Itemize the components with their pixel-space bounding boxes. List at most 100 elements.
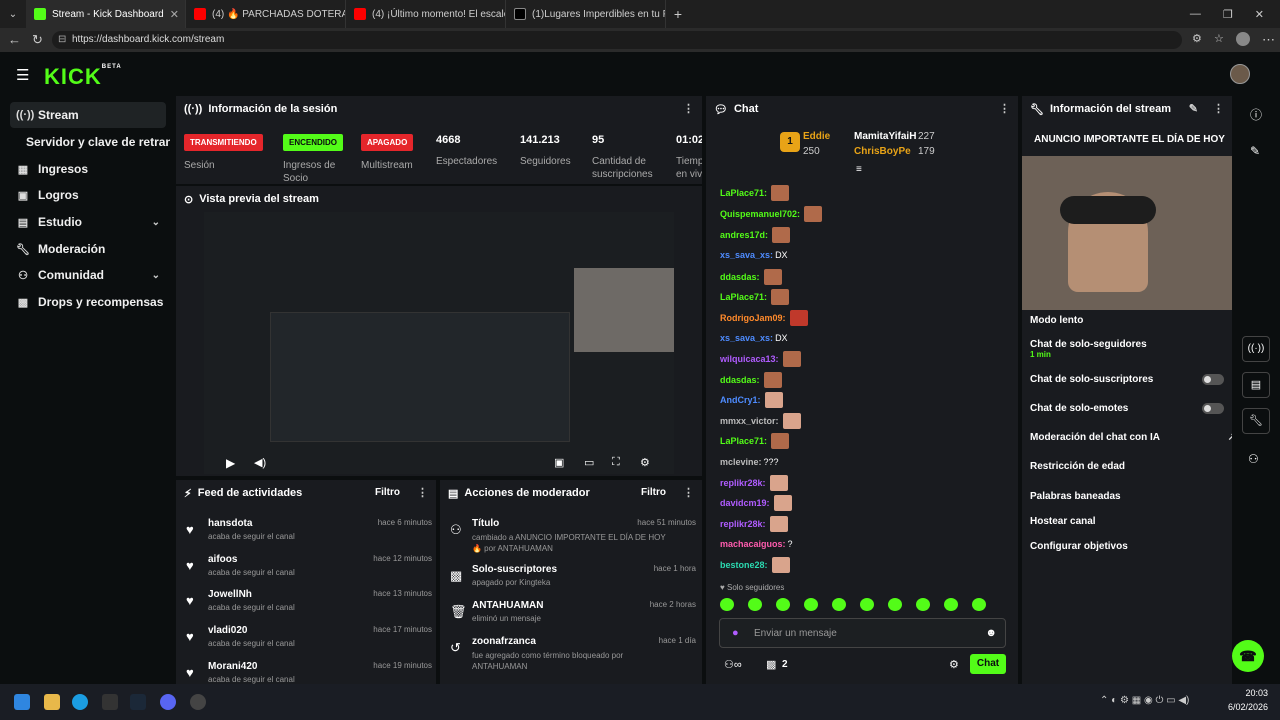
emote-icon[interactable] bbox=[776, 598, 790, 611]
chat-username[interactable]: ddasdas: bbox=[720, 375, 760, 385]
sidebar-item-estudio[interactable]: ▤ Estudio ⌄ bbox=[10, 209, 166, 235]
file-explorer-icon[interactable] bbox=[44, 694, 60, 710]
edit-icon[interactable]: ✎ bbox=[1250, 144, 1260, 158]
browser-tab[interactable]: (4) 🔥 PARCHADAS DOTERAS 🔥 K ✕ bbox=[186, 0, 346, 28]
wrench-icon[interactable]: 🔧︎ bbox=[1242, 408, 1270, 434]
maximize-icon[interactable]: ❐ bbox=[1223, 8, 1233, 21]
discord-icon[interactable] bbox=[160, 694, 176, 710]
edge-icon[interactable] bbox=[72, 694, 88, 710]
sidebar-item-drops[interactable]: ▩ Drops y recompensas bbox=[10, 289, 166, 315]
close-icon[interactable]: ✕ bbox=[170, 8, 179, 21]
chat-username[interactable]: wilquicaca13: bbox=[720, 354, 779, 364]
setting-row[interactable]: Configurar objetivos› bbox=[1030, 541, 1230, 552]
sidebar-item-ingresos[interactable]: ▦ Ingresos bbox=[10, 156, 166, 182]
new-tab-icon[interactable]: + bbox=[666, 6, 690, 22]
subs-only-toggle[interactable] bbox=[1202, 374, 1224, 385]
emote-icon[interactable] bbox=[972, 598, 986, 611]
stream-video[interactable]: ▶ ◀︎) ▣ ▭ ⛶ ⚙ bbox=[204, 212, 674, 474]
chat-username[interactable]: machacaiguos: bbox=[720, 539, 786, 549]
app-icon[interactable] bbox=[190, 694, 206, 710]
play-icon[interactable]: ▶ bbox=[226, 456, 235, 470]
pin-toggle-icon[interactable]: ≡ bbox=[856, 164, 862, 175]
emote-icon[interactable] bbox=[888, 598, 902, 611]
layout-icon[interactable]: ▤ bbox=[1242, 372, 1270, 398]
chat-username[interactable]: replikr28k: bbox=[720, 519, 766, 529]
setting-row[interactable]: Palabras baneadas› bbox=[1030, 491, 1230, 502]
people-icon[interactable]: ⚇ bbox=[1248, 452, 1259, 466]
browser-tab[interactable]: (1)Lugares Imperdibles en tu Prim ✕ bbox=[506, 0, 666, 28]
sidebar-item-logros[interactable]: ▣ Logros bbox=[10, 182, 166, 208]
clock-date[interactable]: 6/02/2026 bbox=[1222, 702, 1268, 712]
setting-row[interactable]: Modo lento› bbox=[1030, 315, 1230, 326]
theater-icon[interactable]: ▭ bbox=[584, 456, 594, 469]
mic-icon[interactable]: ● bbox=[732, 627, 739, 639]
window-close-icon[interactable]: ✕ bbox=[1255, 8, 1264, 21]
emote-icon[interactable] bbox=[916, 598, 930, 611]
chat-username[interactable]: bestone28: bbox=[720, 560, 768, 570]
tray-icons[interactable]: ⌃ ◐ ⚙ ▦ ◉ ⏻ ▭ ◀︎) bbox=[1100, 695, 1189, 706]
chat-username[interactable]: mmxx_victor: bbox=[720, 416, 779, 426]
broadcast-icon[interactable]: ((·)) bbox=[1242, 336, 1270, 362]
emote-icon[interactable] bbox=[860, 598, 874, 611]
site-info-icon[interactable]: ⊟ bbox=[58, 31, 66, 49]
fullscreen-icon[interactable]: ⛶ bbox=[612, 456, 620, 469]
chat-username[interactable]: xs_sava_xs: bbox=[720, 250, 773, 260]
top-gifter-name[interactable]: ChrisBoyPe bbox=[854, 146, 911, 157]
minimize-icon[interactable]: — bbox=[1190, 8, 1201, 21]
obs-icon[interactable] bbox=[102, 694, 118, 710]
extension-icon[interactable]: ⚙ bbox=[1192, 32, 1202, 45]
windows-start-icon[interactable] bbox=[14, 694, 30, 710]
filter-button[interactable]: Filtro bbox=[641, 487, 666, 498]
emote-icon[interactable] bbox=[720, 598, 734, 611]
emoji-icon[interactable]: ☻ bbox=[985, 627, 997, 639]
browser-tab[interactable]: (4) ¡Último momento! El escalofri ✕ bbox=[346, 0, 506, 28]
kebab-icon[interactable]: ⋮ bbox=[1213, 102, 1224, 115]
reload-icon[interactable]: ↻ bbox=[32, 32, 43, 48]
steam-icon[interactable] bbox=[130, 694, 146, 710]
send-chat-button[interactable]: Chat bbox=[970, 654, 1006, 674]
kebab-icon[interactable]: ⋮ bbox=[683, 102, 694, 115]
emote-icon[interactable] bbox=[804, 598, 818, 611]
help-icon[interactable]: ☎ bbox=[1232, 640, 1264, 672]
settings-icon[interactable]: ⚙ bbox=[949, 658, 959, 671]
chat-username[interactable]: Quispemanuel702: bbox=[720, 209, 800, 219]
chat-username[interactable]: davidcm19: bbox=[720, 498, 770, 508]
sidebar-item-moderacion[interactable]: 🔧︎ Moderación bbox=[10, 236, 166, 262]
item-name[interactable]: Morani420 bbox=[208, 661, 257, 672]
item-name[interactable]: vladi020 bbox=[208, 625, 247, 636]
kebab-icon[interactable]: ⋮ bbox=[999, 102, 1010, 115]
kebab-icon[interactable]: ⋮ bbox=[417, 486, 428, 499]
item-name[interactable]: hansdota bbox=[208, 518, 252, 529]
sidebar-item-stream[interactable]: ((·)) Stream bbox=[10, 102, 166, 128]
chat-username[interactable]: AndCry1: bbox=[720, 395, 761, 405]
emote-icon[interactable] bbox=[748, 598, 762, 611]
sidebar-item-server[interactable]: Servidor y clave de retransmisión bbox=[10, 129, 170, 155]
back-icon[interactable]: ← bbox=[8, 32, 21, 47]
chat-username[interactable]: mclevine: bbox=[720, 457, 762, 467]
chat-username[interactable]: LaPlace71: bbox=[720, 436, 767, 446]
avatar[interactable] bbox=[1230, 64, 1250, 84]
info-icon[interactable]: ⓘ bbox=[1250, 106, 1262, 123]
emotes-only-toggle[interactable] bbox=[1202, 403, 1224, 414]
more-icon[interactable]: ⋯ bbox=[1262, 32, 1275, 48]
kick-logo[interactable]: KICKBETA bbox=[44, 64, 122, 90]
chat-username[interactable]: ddasdas: bbox=[720, 272, 760, 282]
setting-row[interactable]: Moderación del chat con IA ↗ bbox=[1030, 432, 1232, 443]
favorites-icon[interactable]: ☆ bbox=[1214, 32, 1224, 45]
emote-icon[interactable] bbox=[944, 598, 958, 611]
clock-time[interactable]: 20:03 bbox=[1232, 688, 1268, 698]
volume-icon[interactable]: ◀︎) bbox=[254, 456, 266, 469]
sidebar-item-comunidad[interactable]: ⚇ Comunidad ⌄ bbox=[10, 262, 166, 288]
edit-icon[interactable]: ✎ bbox=[1189, 102, 1198, 115]
pip-icon[interactable]: ▣ bbox=[554, 456, 564, 469]
setting-row[interactable]: Hostear canal bbox=[1030, 516, 1230, 527]
chat-input[interactable]: ● Enviar un mensaje ☻ bbox=[719, 618, 1006, 648]
top-gifter-name[interactable]: MamitaYifaiH bbox=[854, 131, 916, 142]
chat-username[interactable]: LaPlace71: bbox=[720, 292, 767, 302]
top-gifter-name[interactable]: Eddie bbox=[803, 131, 830, 142]
setting-row[interactable]: Chat de solo-seguidores›1 min bbox=[1030, 339, 1230, 359]
loop-icon[interactable]: ⚇∞ bbox=[724, 658, 742, 671]
url-input[interactable]: ⊟ https://dashboard.kick.com/stream bbox=[52, 31, 1182, 49]
browser-tab[interactable]: Stream - Kick Dashboard ✕ bbox=[26, 0, 186, 28]
filter-button[interactable]: Filtro bbox=[375, 487, 400, 498]
